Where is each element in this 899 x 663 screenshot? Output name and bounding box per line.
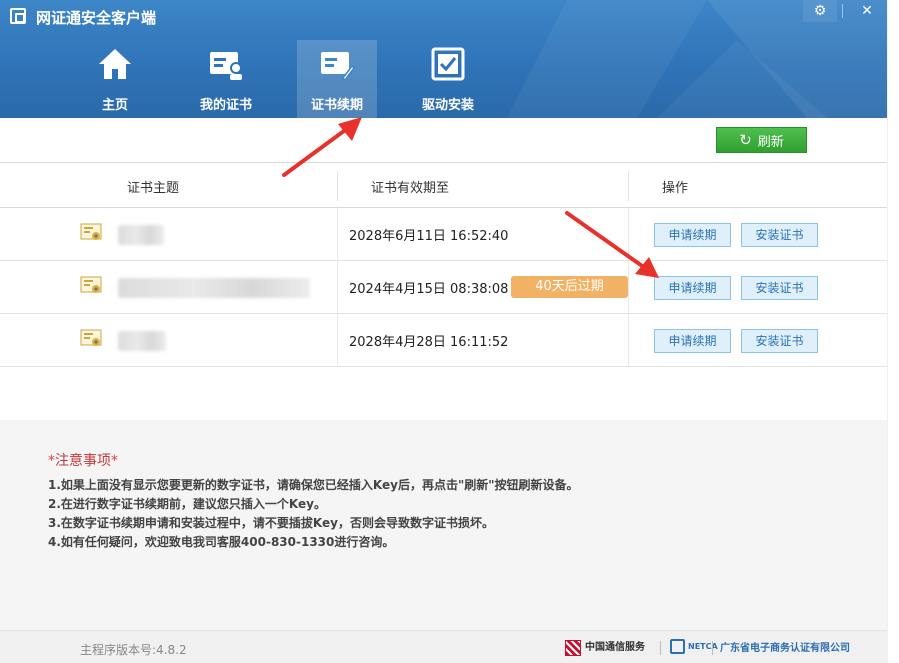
cell-separator bbox=[628, 261, 629, 313]
netca-logo: NETCA bbox=[670, 639, 718, 654]
table-row[interactable]: 2028年6月11日 16:52:40 申请续期 安装证书 bbox=[0, 208, 887, 261]
window-button-separator bbox=[842, 4, 843, 18]
notice-star: * bbox=[48, 453, 55, 469]
footer-separator bbox=[660, 641, 661, 655]
window-edge bbox=[887, 0, 899, 663]
nav-label-my-certificates: 我的证书 bbox=[199, 98, 252, 113]
nav-label-home: 主页 bbox=[101, 98, 128, 113]
version-label: 主程序版本号:4.8.2 bbox=[80, 643, 187, 657]
nav-label-driver-install: 驱动安装 bbox=[421, 98, 474, 113]
column-header-actions: 操作 bbox=[662, 181, 689, 196]
notice-title: *注意事项* bbox=[48, 450, 118, 470]
apply-renewal-button[interactable]: 申请续期 bbox=[654, 329, 731, 353]
app-title: 网证通安全客户端 bbox=[36, 9, 157, 27]
cell-separator bbox=[628, 314, 629, 366]
cell-separator bbox=[337, 208, 338, 260]
certificate-icon bbox=[80, 276, 102, 293]
refresh-icon: ↻ bbox=[739, 130, 752, 149]
nav-item-driver-install[interactable]: 驱动安装 bbox=[408, 40, 488, 118]
app-logo-icon bbox=[10, 8, 26, 24]
expiry-warning-badge: 40天后过期 bbox=[511, 276, 628, 298]
nav-item-home[interactable]: 主页 bbox=[75, 40, 155, 118]
certificate-icon bbox=[80, 329, 102, 346]
home-icon bbox=[99, 49, 131, 79]
column-header-expiry: 证书有效期至 bbox=[371, 181, 450, 196]
certificate-expiry: 2028年6月11日 16:52:40 bbox=[349, 229, 509, 244]
netca-logo-icon bbox=[670, 639, 685, 654]
install-certificate-button[interactable]: 安装证书 bbox=[741, 276, 818, 300]
checkbox-icon bbox=[431, 47, 465, 81]
notice-list: 1.如果上面没有显示您要更新的数字证书，请确保您已经插入Key后，再点击"刷新"… bbox=[48, 476, 578, 552]
install-certificate-button[interactable]: 安装证书 bbox=[741, 223, 818, 247]
certificate-expiry: 2028年4月28日 16:11:52 bbox=[349, 335, 509, 350]
cell-separator bbox=[337, 261, 338, 313]
footer-separator bbox=[712, 641, 713, 655]
certificate-renew-icon bbox=[321, 52, 355, 82]
refresh-button[interactable]: ↻ 刷新 bbox=[716, 127, 807, 153]
nav-item-certificate-renewal[interactable]: 证书续期 bbox=[297, 40, 377, 118]
title-bar: 网证通安全客户端 ⚙ ✕ bbox=[0, 0, 887, 32]
table-row[interactable]: 2024年4月15日 08:38:08 40天后过期 申请续期 安装证书 bbox=[0, 261, 887, 314]
cell-separator bbox=[628, 208, 629, 260]
apply-renewal-button[interactable]: 申请续期 bbox=[654, 223, 731, 247]
netca-logo-text: NETCA bbox=[688, 642, 718, 651]
nav-item-my-certificates[interactable]: 我的证书 bbox=[186, 40, 266, 118]
china-comservice-logo-text: 中国通信服务 bbox=[585, 642, 645, 653]
certificate-subject-redacted bbox=[118, 331, 166, 351]
table-header: 证书主题 证书有效期至 操作 bbox=[0, 162, 887, 208]
notice-star: * bbox=[111, 453, 118, 469]
certificate-subject-redacted bbox=[118, 225, 164, 245]
china-comservice-logo: 中国通信服务 bbox=[565, 639, 645, 657]
cell-separator bbox=[337, 314, 338, 366]
certificate-subject-redacted bbox=[118, 278, 310, 298]
footer: 主程序版本号:4.8.2 中国通信服务 NETCA 广东省电子商务认证有限公司 bbox=[0, 630, 887, 663]
column-header-subject: 证书主题 bbox=[127, 181, 180, 196]
notice-title-text: 注意事项 bbox=[55, 453, 111, 469]
refresh-label: 刷新 bbox=[757, 134, 784, 150]
app-header: 网证通安全客户端 ⚙ ✕ 主页 我的证书 证书续期 驱动安装 bbox=[0, 0, 887, 118]
notice-line: 2.在进行数字证书续期前，建议您只插入一个Key。 bbox=[48, 497, 326, 511]
nav-label-certificate-renewal: 证书续期 bbox=[310, 98, 363, 113]
column-separator bbox=[628, 171, 629, 201]
install-certificate-button[interactable]: 安装证书 bbox=[741, 329, 818, 353]
certificate-icon bbox=[80, 223, 102, 240]
notice-panel: *注意事项* 1.如果上面没有显示您要更新的数字证书，请确保您已经插入Key后，… bbox=[0, 420, 887, 630]
notice-line: 1.如果上面没有显示您要更新的数字证书，请确保您已经插入Key后，再点击"刷新"… bbox=[48, 478, 579, 492]
gd-ca-logo: 广东省电子商务认证有限公司 bbox=[720, 643, 850, 654]
notice-line: 3.在数字证书续期申请和安装过程中，请不要插拔Key，否则会导致数字证书损坏。 bbox=[48, 516, 494, 530]
china-comservice-logo-icon bbox=[565, 640, 581, 656]
apply-renewal-button[interactable]: 申请续期 bbox=[654, 276, 731, 300]
column-separator bbox=[337, 171, 338, 201]
settings-gear-icon[interactable]: ⚙ bbox=[803, 0, 837, 22]
close-window-icon[interactable]: ✕ bbox=[847, 0, 887, 22]
id-card-icon bbox=[210, 52, 242, 80]
certificate-expiry: 2024年4月15日 08:38:08 bbox=[349, 282, 509, 297]
table-row[interactable]: 2028年4月28日 16:11:52 申请续期 安装证书 bbox=[0, 314, 887, 367]
notice-line: 4.如有任何疑问，欢迎致电我司客服400-830-1330进行咨询。 bbox=[48, 535, 395, 549]
